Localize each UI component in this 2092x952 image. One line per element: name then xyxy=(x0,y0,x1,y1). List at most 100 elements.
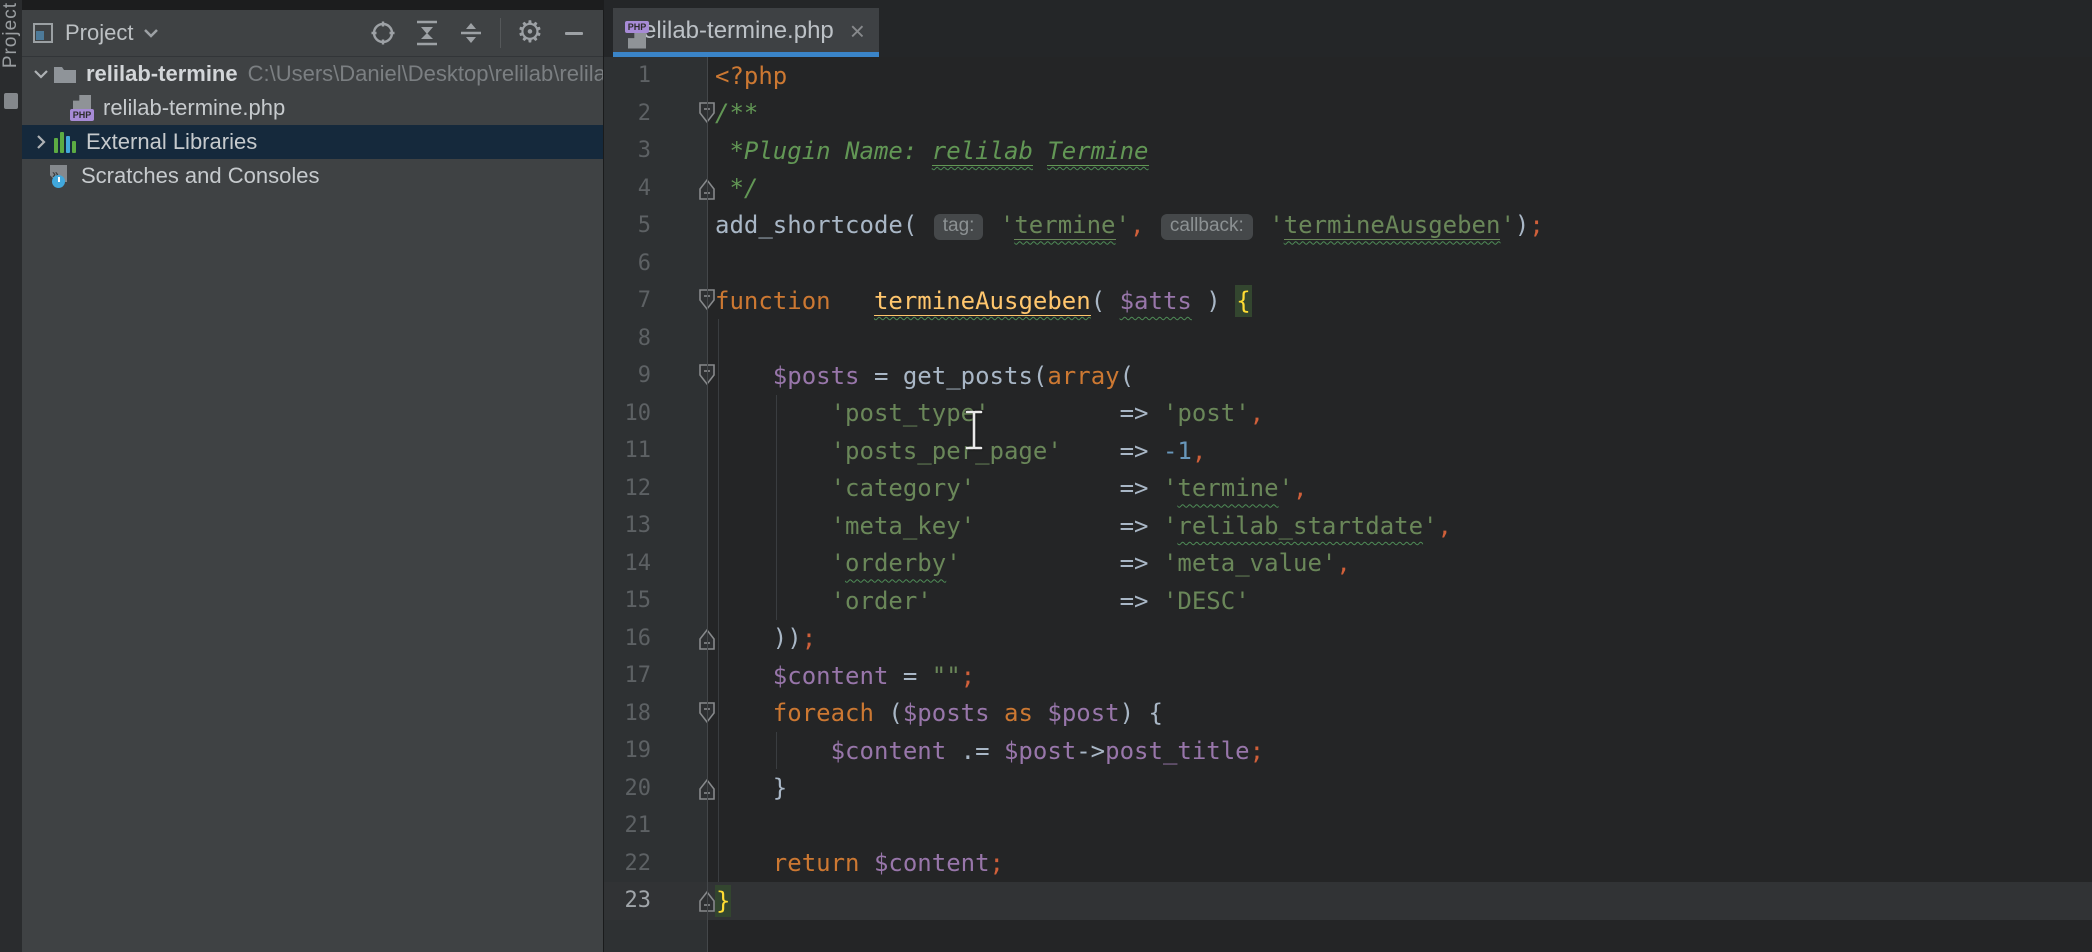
locate-file-button[interactable] xyxy=(368,18,398,48)
code-text: $content = ""; xyxy=(715,662,975,690)
code-editor[interactable]: 1<?php2/**3 *Plugin Name: relilab Termin… xyxy=(604,57,2092,952)
code-token: ; xyxy=(961,662,975,690)
code-token: ( xyxy=(903,211,932,239)
code-line[interactable]: 14 'orderby' => 'meta_value', xyxy=(604,545,2092,583)
code-token: ( xyxy=(1033,362,1047,390)
code-token: "" xyxy=(932,662,961,690)
code-line[interactable]: 5add_shortcode( tag: 'termine', callback… xyxy=(604,207,2092,245)
line-number: 3 xyxy=(604,132,651,170)
code-token: ) xyxy=(1515,211,1529,239)
code-line[interactable]: 17 $content = ""; xyxy=(604,657,2092,695)
code-token: ( xyxy=(874,699,903,727)
code-token: */ xyxy=(715,174,758,202)
code-token: Termine xyxy=(1047,137,1148,166)
code-token: ( xyxy=(1091,287,1120,315)
settings-button[interactable]: ⚙ xyxy=(515,18,545,48)
code-line[interactable]: 8 xyxy=(604,320,2092,358)
code-token xyxy=(1144,211,1158,239)
code-line[interactable]: 1<?php xyxy=(604,57,2092,95)
code-line[interactable]: 6 xyxy=(604,245,2092,283)
collapse-all-button[interactable] xyxy=(456,18,486,48)
code-token: , xyxy=(1336,549,1350,577)
code-token: termineAusgeben xyxy=(874,287,1091,316)
code-line[interactable]: 13 'meta_key' => 'relilab_startdate', xyxy=(604,507,2092,545)
code-token xyxy=(715,737,831,765)
line-number: 7 xyxy=(604,282,651,320)
code-token: * xyxy=(715,137,744,165)
code-token xyxy=(1033,137,1047,165)
tree-row-project-root[interactable]: relilab-termine C:\Users\Daniel\Desktop\… xyxy=(22,57,603,91)
chevron-right-icon[interactable] xyxy=(30,135,52,149)
code-token xyxy=(715,849,773,877)
chevron-down-icon[interactable] xyxy=(30,70,52,79)
code-token xyxy=(715,362,773,390)
code-line[interactable]: 2/** xyxy=(604,95,2092,133)
code-token xyxy=(990,699,1004,727)
gutter-cell: 6 xyxy=(604,245,715,283)
expand-all-button[interactable] xyxy=(412,18,442,48)
tree-row-php-file[interactable]: PHP relilab-termine.php xyxy=(22,91,603,125)
project-panel-title[interactable]: Project xyxy=(65,20,133,46)
code-token: termine xyxy=(1014,211,1115,240)
close-icon[interactable]: × xyxy=(850,18,865,44)
code-line[interactable]: 11 'posts_per_page' => -1, xyxy=(604,432,2092,470)
code-token: $content xyxy=(773,662,889,690)
code-line[interactable]: 20 } xyxy=(604,770,2092,808)
editor-pane: PHP relilab-termine.php × 1<?php2/**3 *P… xyxy=(604,0,2092,952)
code-line[interactable]: 21 xyxy=(604,807,2092,845)
scratches-label: Scratches and Consoles xyxy=(81,163,319,189)
code-line[interactable]: 9 $posts = get_posts(array( xyxy=(604,357,2092,395)
gutter-cell: 22 xyxy=(604,845,715,883)
code-text: */ xyxy=(715,174,758,202)
hide-panel-button[interactable] xyxy=(559,18,589,48)
code-line[interactable]: 4 */ xyxy=(604,170,2092,208)
code-line[interactable]: 22 return $content; xyxy=(604,845,2092,883)
code-token: ( xyxy=(1120,362,1134,390)
code-token: /** xyxy=(715,99,758,127)
line-number: 15 xyxy=(604,582,651,620)
project-root-label: relilab-termine xyxy=(86,61,238,87)
code-token: = xyxy=(860,362,903,390)
chevron-down-icon[interactable] xyxy=(143,28,159,38)
code-line[interactable]: 16 )); xyxy=(604,620,2092,658)
tree-row-external-libraries[interactable]: External Libraries xyxy=(22,125,603,159)
tool-window-square-icon[interactable] xyxy=(4,93,18,109)
line-number: 18 xyxy=(604,695,651,733)
code-token: 'order' xyxy=(831,587,932,615)
code-line[interactable]: 12 'category' => 'termine', xyxy=(604,470,2092,508)
code-line[interactable]: 19 $content .= $post->post_title; xyxy=(604,732,2092,770)
code-token: $posts xyxy=(773,362,860,390)
gear-icon: ⚙ xyxy=(517,18,544,48)
gutter-cell: 15 xyxy=(604,582,715,620)
stripe-project-label[interactable]: Project xyxy=(0,2,22,68)
code-token xyxy=(831,287,874,315)
code-token xyxy=(715,587,831,615)
gutter-separator xyxy=(707,57,708,952)
code-token: , xyxy=(1293,474,1307,502)
code-token xyxy=(715,437,831,465)
project-tree: relilab-termine C:\Users\Daniel\Desktop\… xyxy=(22,57,603,193)
tab-title: relilab-termine.php xyxy=(635,17,834,45)
code-line[interactable]: 15 'order' => 'DESC' xyxy=(604,582,2092,620)
code-line[interactable]: 10 'post_type' => 'post', xyxy=(604,395,2092,433)
line-number: 21 xyxy=(604,807,651,845)
gutter-cell: 16 xyxy=(604,620,715,658)
code-token: ' xyxy=(1163,512,1177,540)
code-token: 'meta_value' xyxy=(1163,549,1336,577)
code-token: 'post' xyxy=(1163,399,1250,427)
code-line[interactable]: 18 foreach ($posts as $post) { xyxy=(604,695,2092,733)
code-token: $post xyxy=(1004,737,1076,765)
folder-icon xyxy=(52,64,78,84)
gutter-cell: 10 xyxy=(604,395,715,433)
tree-row-scratches[interactable]: » Scratches and Consoles xyxy=(22,159,603,193)
minus-icon xyxy=(565,32,583,35)
code-line[interactable]: 23} xyxy=(604,882,2092,920)
code-token: => xyxy=(1120,399,1163,427)
line-number: 8 xyxy=(604,320,651,358)
text-cursor-ibeam xyxy=(962,409,986,451)
tab-relilab-termine-php[interactable]: PHP relilab-termine.php × xyxy=(613,8,879,57)
code-token: => xyxy=(1120,587,1163,615)
code-line[interactable]: 7function termineAusgeben( $atts ) { xyxy=(604,282,2092,320)
code-line[interactable]: 3 *Plugin Name: relilab Termine xyxy=(604,132,2092,170)
code-token: $atts xyxy=(1120,287,1192,315)
